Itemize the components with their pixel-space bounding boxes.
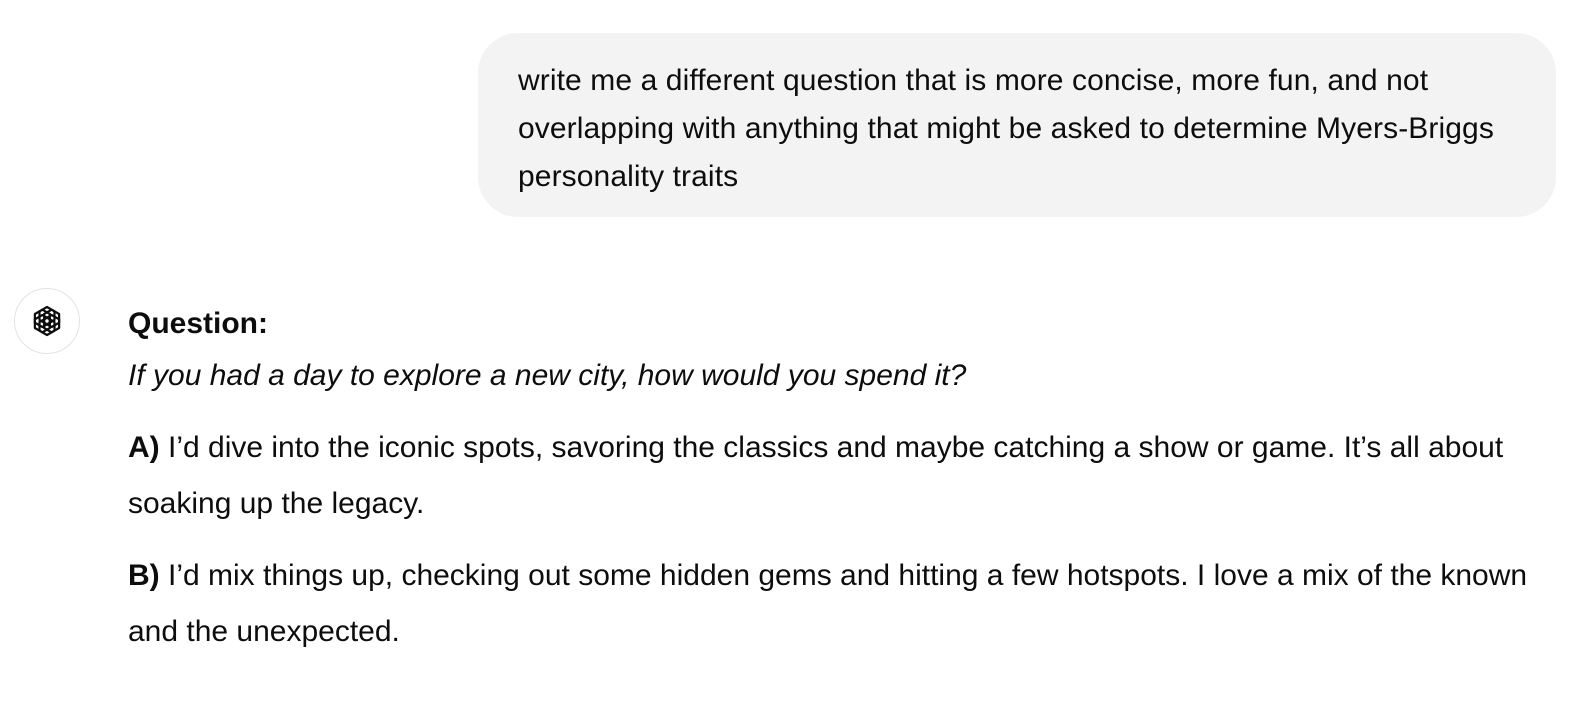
- option-b: B) I’d mix things up, checking out some …: [128, 548, 1568, 660]
- option-a-key: A): [128, 431, 160, 464]
- user-message-bubble: write me a different question that is mo…: [478, 33, 1556, 217]
- question-heading: Question:: [128, 307, 268, 340]
- option-a-text: I’d dive into the iconic spots, savoring…: [128, 431, 1504, 520]
- assistant-message: Question: If you had a day to explore a …: [128, 300, 1568, 660]
- option-a: A) I’d dive into the iconic spots, savor…: [128, 420, 1568, 532]
- user-message-text: write me a different question that is mo…: [518, 64, 1494, 193]
- option-b-key: B): [128, 559, 160, 592]
- option-b-text: I’d mix things up, checking out some hid…: [128, 559, 1528, 648]
- assistant-avatar: [14, 288, 80, 354]
- question-text: If you had a day to explore a new city, …: [128, 359, 967, 392]
- openai-logo-icon: [33, 305, 61, 337]
